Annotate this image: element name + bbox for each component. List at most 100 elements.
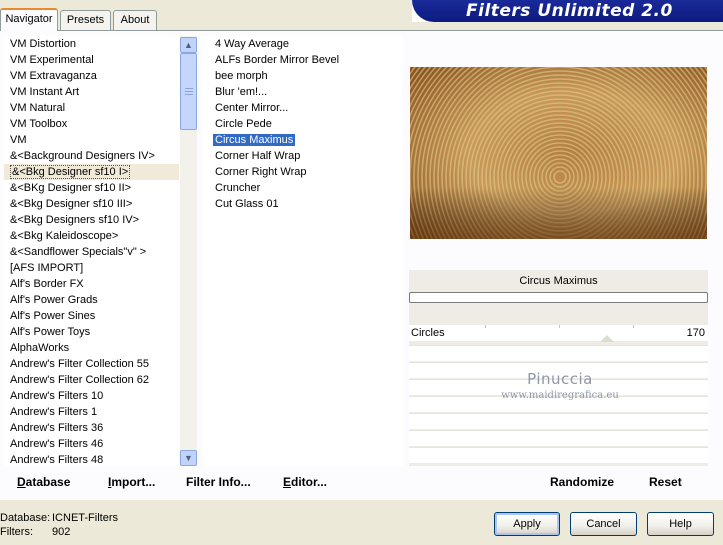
import-button[interactable]: Import... bbox=[108, 474, 155, 490]
reset-button[interactable]: Reset bbox=[649, 474, 682, 490]
category-label: Andrew's Filters 10 bbox=[10, 390, 104, 402]
category-label: VM Extravaganza bbox=[10, 70, 97, 82]
filter-item[interactable]: 4 Way Average bbox=[203, 36, 403, 52]
filter-item[interactable]: Corner Half Wrap bbox=[203, 148, 403, 164]
editor-button[interactable]: Editor... bbox=[283, 474, 327, 490]
category-label: VM bbox=[10, 134, 27, 146]
database-button[interactable]: Database bbox=[17, 474, 70, 490]
filter-item[interactable]: Corner Right Wrap bbox=[203, 164, 403, 180]
category-label: &<BKg Designer sf10 II> bbox=[10, 182, 132, 194]
category-list[interactable]: VM Distortion VM Experimental VM Extravaga… bbox=[4, 36, 179, 466]
category-item[interactable]: VM Natural bbox=[4, 100, 179, 116]
filter-label: Corner Half Wrap bbox=[215, 150, 301, 162]
filter-item[interactable]: Circus Maximus bbox=[203, 132, 403, 148]
category-item[interactable]: &<Sandflower Specials"v" > bbox=[4, 244, 179, 260]
cancel-button[interactable]: Cancel bbox=[570, 512, 637, 536]
scroll-thumb[interactable] bbox=[180, 53, 197, 130]
progress-bar bbox=[409, 292, 708, 303]
empty-param-row bbox=[409, 413, 708, 429]
category-label: &<Sandflower Specials"v" > bbox=[10, 246, 147, 258]
scroll-up-button[interactable]: ▲ bbox=[180, 37, 197, 53]
category-label: Andrew's Filters 48 bbox=[10, 454, 104, 466]
category-label: VM Instant Art bbox=[10, 86, 80, 98]
category-item[interactable]: &<Bkg Kaleidoscope> bbox=[4, 228, 179, 244]
param-value: 170 bbox=[686, 327, 705, 339]
filter-list[interactable]: 4 Way Average ALFs Border Mirror Bevel bee… bbox=[203, 36, 403, 466]
category-label: &<Bkg Designer sf10 I> bbox=[10, 165, 131, 179]
category-label: Alf's Power Toys bbox=[10, 326, 91, 338]
empty-param-row bbox=[409, 447, 708, 463]
filter-label: Blur 'em!... bbox=[215, 86, 268, 98]
slider-tick bbox=[559, 325, 560, 328]
selected-filter-name: Circus Maximus bbox=[519, 275, 598, 287]
filter-label: ALFs Border Mirror Bevel bbox=[215, 54, 340, 66]
category-item[interactable]: &<BKg Designer sf10 II> bbox=[4, 180, 179, 196]
category-item[interactable]: Alf's Border FX bbox=[4, 276, 179, 292]
filter-item[interactable]: ALFs Border Mirror Bevel bbox=[203, 52, 403, 68]
category-label: Alf's Power Grads bbox=[10, 294, 98, 306]
filter-item[interactable]: bee morph bbox=[203, 68, 403, 84]
category-item[interactable]: VM Toolbox bbox=[4, 116, 179, 132]
filter-label: bee morph bbox=[215, 70, 268, 82]
watermark-url: www.maidiregrafica.eu bbox=[501, 390, 619, 401]
category-label: &<Bkg Designers sf10 IV> bbox=[10, 214, 140, 226]
filter-label: Corner Right Wrap bbox=[215, 166, 307, 178]
watermark-title: Pinuccia bbox=[527, 370, 593, 388]
slider-handle-icon[interactable] bbox=[600, 335, 614, 342]
category-label: Andrew's Filter Collection 55 bbox=[10, 358, 150, 370]
category-item[interactable]: Alf's Power Grads bbox=[4, 292, 179, 308]
category-item[interactable]: &<Bkg Designer sf10 III> bbox=[4, 196, 179, 212]
category-item[interactable]: VM bbox=[4, 132, 179, 148]
category-item[interactable]: &<Bkg Designer sf10 I> bbox=[4, 164, 179, 180]
category-item[interactable]: &<Bkg Designers sf10 IV> bbox=[4, 212, 179, 228]
filter-item[interactable]: Cut Glass 01 bbox=[203, 196, 403, 212]
category-item[interactable]: Alf's Power Toys bbox=[4, 324, 179, 340]
apply-button[interactable]: Apply bbox=[494, 512, 560, 536]
empty-param-row bbox=[409, 345, 708, 361]
circles-slider[interactable]: Circles 170 bbox=[409, 325, 708, 341]
filter-item[interactable]: Blur 'em!... bbox=[203, 84, 403, 100]
tab-navigator[interactable]: Navigator bbox=[0, 8, 58, 31]
category-item[interactable]: Andrew's Filters 36 bbox=[4, 420, 179, 436]
category-item[interactable]: AlphaWorks bbox=[4, 340, 179, 356]
scroll-down-button[interactable]: ▼ bbox=[180, 450, 197, 466]
filter-item[interactable]: Center Mirror... bbox=[203, 100, 403, 116]
category-item[interactable]: &<Background Designers IV> bbox=[4, 148, 179, 164]
tab-presets[interactable]: Presets bbox=[60, 10, 111, 30]
category-item[interactable]: Andrew's Filters 1 bbox=[4, 404, 179, 420]
param-label: Circles bbox=[411, 327, 445, 339]
category-label: Alf's Power Sines bbox=[10, 310, 96, 322]
randomize-button[interactable]: Randomize bbox=[550, 474, 614, 490]
category-item[interactable]: VM Distortion bbox=[4, 36, 179, 52]
category-label: &<Bkg Kaleidoscope> bbox=[10, 230, 119, 242]
category-item[interactable]: Andrew's Filters 48 bbox=[4, 452, 179, 466]
category-item[interactable]: [AFS IMPORT] bbox=[4, 260, 179, 276]
category-scrollbar[interactable]: ▲ ▼ bbox=[180, 36, 197, 466]
preview-image bbox=[410, 67, 707, 239]
category-label: Andrew's Filters 46 bbox=[10, 438, 104, 450]
category-item[interactable]: Andrew's Filter Collection 62 bbox=[4, 372, 179, 388]
filter-info-button[interactable]: Filter Info... bbox=[186, 474, 251, 490]
filter-item[interactable]: Circle Pede bbox=[203, 116, 403, 132]
category-item[interactable]: VM Experimental bbox=[4, 52, 179, 68]
database-value: ICNET-Filters bbox=[52, 512, 118, 524]
help-button[interactable]: Help bbox=[647, 512, 714, 536]
category-item[interactable]: VM Extravaganza bbox=[4, 68, 179, 84]
category-label: &<Bkg Designer sf10 III> bbox=[10, 198, 133, 210]
filter-item[interactable]: Cruncher bbox=[203, 180, 403, 196]
tab-about[interactable]: About bbox=[113, 10, 157, 30]
filter-label: Circle Pede bbox=[215, 118, 272, 130]
filter-label: Circus Maximus bbox=[213, 134, 296, 146]
category-item[interactable]: VM Instant Art bbox=[4, 84, 179, 100]
filter-label: Center Mirror... bbox=[215, 102, 289, 114]
category-label: Alf's Border FX bbox=[10, 278, 84, 290]
category-item[interactable]: Andrew's Filters 46 bbox=[4, 436, 179, 452]
category-label: VM Experimental bbox=[10, 54, 94, 66]
scroll-grip-icon bbox=[185, 88, 193, 95]
category-label: [AFS IMPORT] bbox=[10, 262, 84, 274]
category-item[interactable]: Andrew's Filter Collection 55 bbox=[4, 356, 179, 372]
category-item[interactable]: Andrew's Filters 10 bbox=[4, 388, 179, 404]
category-item[interactable]: Alf's Power Sines bbox=[4, 308, 179, 324]
filter-preview bbox=[410, 67, 707, 239]
filter-label: 4 Way Average bbox=[215, 38, 289, 50]
